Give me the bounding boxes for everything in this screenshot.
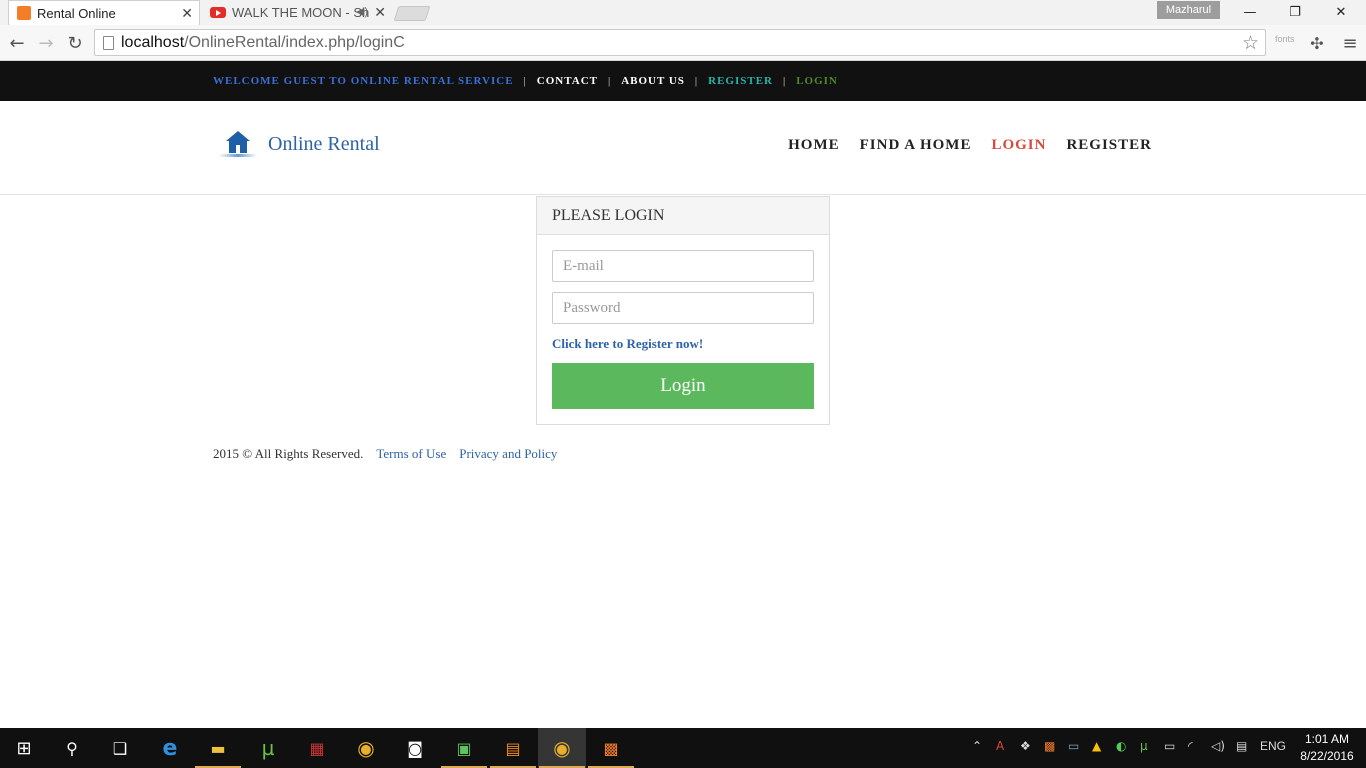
close-icon[interactable]: ✕	[181, 5, 193, 22]
task-view-icon[interactable]: ❑	[106, 734, 134, 762]
winrar-icon[interactable]: ▦	[303, 734, 331, 762]
nav-login[interactable]: LOGIN	[991, 137, 1046, 154]
topbar-login-link[interactable]: LOGIN	[796, 75, 838, 87]
separator: |	[523, 75, 527, 87]
windows-start-icon[interactable]: ⊞	[10, 734, 38, 762]
forward-icon[interactable]: →	[33, 30, 59, 56]
clock-date: 8/22/2016	[1300, 749, 1354, 763]
login-panel: PLEASE LOGIN E-mail Password Click here …	[536, 196, 830, 425]
sync-icon[interactable]: ◐	[1116, 739, 1126, 753]
email-field[interactable]: E-mail	[552, 250, 814, 282]
windows-taskbar: ⊞ ⚲ ❑ e ▬ µ ▦ ◉ ◙ ▣ ▤ ◉ ▩ ⌃ A ❖ ▩ ▭ ▲ ◐ …	[0, 728, 1366, 768]
register-now-link[interactable]: Click here to Register now!	[552, 336, 703, 352]
topbar-about-link[interactable]: ABOUT US	[621, 75, 685, 87]
dropbox-icon[interactable]: ❖	[1020, 739, 1031, 753]
tray-app-icon[interactable]: A	[996, 739, 1004, 753]
wifi-icon[interactable]: ◜	[1188, 739, 1193, 753]
nav-register[interactable]: REGISTER	[1066, 137, 1152, 154]
privacy-policy-link[interactable]: Privacy and Policy	[459, 446, 557, 462]
tab-rental-online[interactable]: Rental Online ✕	[8, 0, 200, 25]
camera-icon[interactable]: ◙	[401, 734, 429, 762]
utorrent-icon[interactable]: µ	[254, 734, 282, 762]
copyright-text: 2015 © All Rights Reserved.	[213, 446, 364, 461]
browser-toolbar: ← → ↻ localhost/OnlineRental/index.php/l…	[0, 25, 1366, 61]
nav-find-a-home[interactable]: FIND A HOME	[860, 137, 972, 154]
nav-home[interactable]: HOME	[788, 137, 840, 154]
profile-button[interactable]: Mazharul	[1157, 1, 1220, 19]
separator: |	[782, 75, 787, 87]
welcome-text: WELCOME GUEST TO ONLINE RENTAL SERVICE	[213, 75, 514, 87]
url-path: /OnlineRental/index.php/loginC	[184, 33, 405, 51]
xampp-tray-icon[interactable]: ▩	[1044, 739, 1055, 753]
clock[interactable]: 1:01 AM 8/22/2016	[1296, 731, 1358, 765]
menu-icon[interactable]: ≡	[1337, 30, 1363, 56]
login-panel-title: PLEASE LOGIN	[537, 197, 829, 235]
separator: |	[607, 75, 612, 87]
topbar-contact-link[interactable]: CONTACT	[537, 75, 598, 87]
site-logo[interactable]: Online Rental	[217, 129, 380, 159]
battery-icon[interactable]: ▭	[1164, 739, 1175, 753]
reload-icon[interactable]: ↻	[62, 30, 88, 56]
site-footer: 2015 © All Rights Reserved. Terms of Use…	[213, 446, 557, 462]
puzzle-extension-icon[interactable]: ✣	[1304, 30, 1330, 56]
search-icon[interactable]: ⚲	[58, 734, 86, 762]
brand-name: Online Rental	[268, 132, 380, 155]
tab-walk-the-moon[interactable]: WALK THE MOON - Sh ◀) ✕	[204, 0, 392, 25]
login-button[interactable]: Login	[552, 363, 814, 409]
file-explorer-icon[interactable]: ▬	[195, 734, 241, 768]
separator: |	[694, 75, 699, 87]
terms-of-use-link[interactable]: Terms of Use	[376, 446, 446, 462]
house-icon	[217, 129, 259, 159]
main-nav: HOME FIND A HOME LOGIN REGISTER	[768, 137, 1152, 154]
action-center-icon[interactable]: ▤	[1236, 739, 1247, 753]
chrome-running-icon[interactable]: ◉	[539, 734, 585, 768]
fonts-extension-button[interactable]: fonts	[1275, 34, 1295, 44]
foxit-reader-icon[interactable]: ▤	[490, 734, 536, 768]
pycharm-icon[interactable]: ▣	[441, 734, 487, 768]
language-indicator[interactable]: ENG	[1260, 739, 1286, 753]
speaker-icon[interactable]: ◀)	[356, 5, 368, 18]
xampp-taskbar-icon[interactable]: ▩	[588, 734, 634, 768]
site-header: Online Rental HOME FIND A HOME LOGIN REG…	[0, 101, 1366, 195]
google-drive-icon[interactable]: ▲	[1092, 739, 1101, 753]
topbar-register-link[interactable]: REGISTER	[708, 75, 773, 87]
new-tab-button[interactable]	[393, 6, 431, 21]
show-hidden-icons-icon[interactable]: ⌃	[972, 739, 982, 753]
xampp-icon	[17, 6, 31, 20]
bookmark-star-icon[interactable]: ☆	[1242, 32, 1259, 54]
clock-time: 1:01 AM	[1304, 732, 1350, 746]
minimize-button[interactable]: —	[1227, 0, 1273, 25]
utorrent-tray-icon[interactable]: µ	[1140, 739, 1148, 753]
restore-button[interactable]: ❐	[1272, 0, 1318, 25]
edge-icon[interactable]: e	[156, 734, 184, 762]
browser-tab-bar: Rental Online ✕ WALK THE MOON - Sh ◀) ✕ …	[0, 0, 1366, 25]
tab-title: WALK THE MOON - Sh	[232, 5, 370, 20]
volume-icon[interactable]: ◁)	[1211, 739, 1225, 753]
site-top-strip: WELCOME GUEST TO ONLINE RENTAL SERVICE |…	[0, 61, 1366, 101]
tab-title: Rental Online	[37, 5, 116, 21]
monitor-icon[interactable]: ▭	[1068, 739, 1079, 753]
address-bar[interactable]: localhost/OnlineRental/index.php/loginC …	[94, 29, 1266, 56]
chrome-icon[interactable]: ◉	[352, 734, 380, 762]
page-icon	[103, 36, 114, 50]
close-icon[interactable]: ✕	[374, 4, 386, 21]
youtube-icon	[210, 7, 226, 18]
window-close-button[interactable]: ✕	[1318, 0, 1364, 25]
back-icon[interactable]: ←	[4, 30, 30, 56]
url-host: localhost	[121, 33, 185, 51]
password-field[interactable]: Password	[552, 292, 814, 324]
